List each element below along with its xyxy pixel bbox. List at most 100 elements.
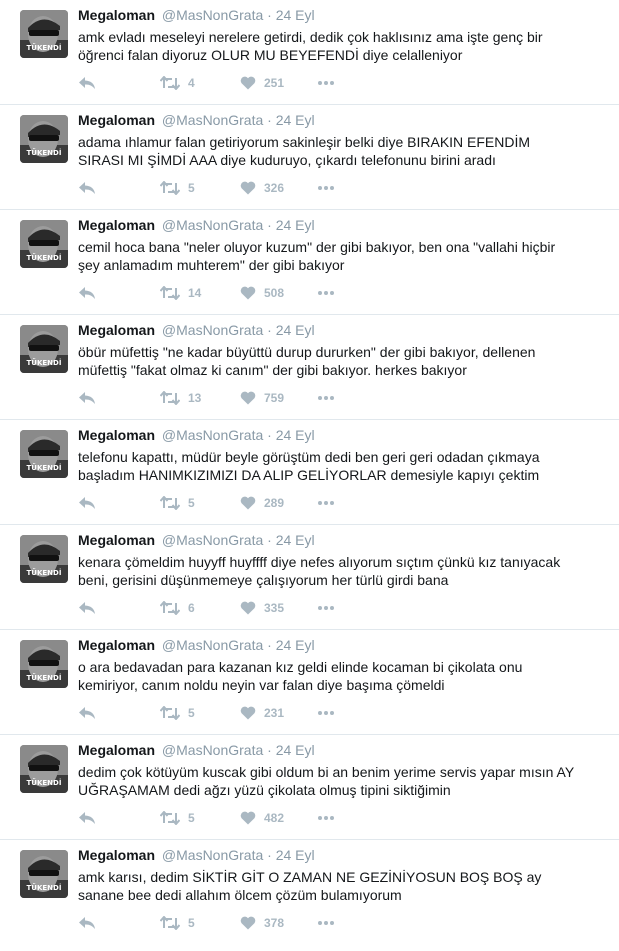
more-icon: [318, 606, 334, 610]
separator-dot: ·: [267, 637, 272, 653]
like-button[interactable]: 335: [240, 601, 317, 615]
tweet-text: cemil hoca bana "neler oluyor kuzum" der…: [78, 239, 556, 273]
author-handle[interactable]: @MasNonGrata: [162, 532, 263, 548]
retweet-button[interactable]: 4: [160, 76, 240, 90]
reply-button[interactable]: [78, 916, 160, 930]
retweet-icon: [160, 811, 180, 825]
like-button[interactable]: 326: [240, 181, 317, 195]
retweet-count: 5: [188, 181, 195, 195]
author-name[interactable]: Megaloman: [78, 217, 155, 233]
like-count: 289: [264, 496, 285, 510]
tweet-timestamp[interactable]: 24 Eyl: [276, 427, 315, 443]
retweet-button[interactable]: 5: [160, 181, 240, 195]
tweet[interactable]: TÜKENDİ Megaloman @MasNonGrata · 24 Eyl …: [0, 840, 619, 945]
tweet[interactable]: TÜKENDİ Megaloman @MasNonGrata · 24 Eyl …: [0, 315, 619, 420]
tweet[interactable]: TÜKENDİ Megaloman @MasNonGrata · 24 Eyl …: [0, 630, 619, 735]
reply-icon: [79, 182, 95, 194]
tweet-timestamp[interactable]: 24 Eyl: [276, 847, 315, 863]
avatar[interactable]: TÜKENDİ: [20, 10, 68, 58]
tweet-text: adama ıhlamur falan getiriyorum sakinleş…: [78, 134, 531, 168]
reply-button[interactable]: [78, 496, 160, 510]
tweet[interactable]: TÜKENDİ Megaloman @MasNonGrata · 24 Eyl …: [0, 105, 619, 210]
author-handle[interactable]: @MasNonGrata: [162, 7, 263, 23]
svg-text:TÜKENDİ: TÜKENDİ: [27, 778, 62, 787]
heart-icon: [240, 76, 256, 90]
retweet-button[interactable]: 5: [160, 916, 240, 930]
tweet-timestamp[interactable]: 24 Eyl: [276, 217, 315, 233]
author-handle[interactable]: @MasNonGrata: [162, 322, 263, 338]
like-button[interactable]: 759: [240, 391, 317, 405]
reply-button[interactable]: [78, 706, 160, 720]
author-name[interactable]: Megaloman: [78, 742, 155, 758]
author-name[interactable]: Megaloman: [78, 427, 155, 443]
author-handle[interactable]: @MasNonGrata: [162, 742, 263, 758]
more-button[interactable]: [317, 920, 335, 926]
avatar[interactable]: TÜKENDİ: [20, 115, 68, 163]
reply-button[interactable]: [78, 286, 160, 300]
more-button[interactable]: [317, 815, 335, 821]
retweet-button[interactable]: 5: [160, 706, 240, 720]
more-icon: [318, 816, 334, 820]
like-button[interactable]: 231: [240, 706, 317, 720]
retweet-button[interactable]: 6: [160, 601, 240, 615]
separator-dot: ·: [267, 532, 272, 548]
author-handle[interactable]: @MasNonGrata: [162, 637, 263, 653]
reply-button[interactable]: [78, 811, 160, 825]
avatar[interactable]: TÜKENDİ: [20, 325, 68, 373]
tweet[interactable]: TÜKENDİ Megaloman @MasNonGrata · 24 Eyl …: [0, 0, 619, 105]
avatar[interactable]: TÜKENDİ: [20, 640, 68, 688]
tweet[interactable]: TÜKENDİ Megaloman @MasNonGrata · 24 Eyl …: [0, 525, 619, 630]
tweet-timestamp[interactable]: 24 Eyl: [276, 112, 315, 128]
tweet[interactable]: TÜKENDİ Megaloman @MasNonGrata · 24 Eyl …: [0, 735, 619, 840]
retweet-button[interactable]: 5: [160, 496, 240, 510]
more-button[interactable]: [317, 710, 335, 716]
tweet-timestamp[interactable]: 24 Eyl: [276, 637, 315, 653]
more-button[interactable]: [317, 500, 335, 506]
author-name[interactable]: Megaloman: [78, 112, 155, 128]
like-count: 759: [264, 391, 285, 405]
retweet-button[interactable]: 5: [160, 811, 240, 825]
more-button[interactable]: [317, 185, 335, 191]
retweet-button[interactable]: 13: [160, 391, 240, 405]
like-button[interactable]: 378: [240, 916, 317, 930]
author-handle[interactable]: @MasNonGrata: [162, 217, 263, 233]
tweet-header: Megaloman @MasNonGrata · 24 Eyl: [78, 322, 315, 338]
avatar[interactable]: TÜKENDİ: [20, 850, 68, 898]
heart-icon: [240, 286, 256, 300]
reply-button[interactable]: [78, 76, 160, 90]
more-button[interactable]: [317, 605, 335, 611]
author-name[interactable]: Megaloman: [78, 7, 155, 23]
author-name[interactable]: Megaloman: [78, 322, 155, 338]
separator-dot: ·: [267, 427, 272, 443]
avatar[interactable]: TÜKENDİ: [20, 535, 68, 583]
avatar[interactable]: TÜKENDİ: [20, 220, 68, 268]
tweet-timestamp[interactable]: 24 Eyl: [276, 532, 315, 548]
tweet-timestamp[interactable]: 24 Eyl: [276, 322, 315, 338]
tweet[interactable]: TÜKENDİ Megaloman @MasNonGrata · 24 Eyl …: [0, 420, 619, 525]
tweet-timestamp[interactable]: 24 Eyl: [276, 7, 315, 23]
tweet[interactable]: TÜKENDİ Megaloman @MasNonGrata · 24 Eyl …: [0, 210, 619, 315]
like-button[interactable]: 508: [240, 286, 317, 300]
more-button[interactable]: [317, 80, 335, 86]
author-name[interactable]: Megaloman: [78, 637, 155, 653]
more-button[interactable]: [317, 290, 335, 296]
tweet-timestamp[interactable]: 24 Eyl: [276, 742, 315, 758]
tweet-text: amk karısı, dedim SİKTİR GİT O ZAMAN NE …: [78, 869, 542, 903]
author-handle[interactable]: @MasNonGrata: [162, 847, 263, 863]
svg-text:TÜKENDİ: TÜKENDİ: [27, 568, 62, 577]
like-button[interactable]: 289: [240, 496, 317, 510]
avatar[interactable]: TÜKENDİ: [20, 745, 68, 793]
like-button[interactable]: 482: [240, 811, 317, 825]
avatar[interactable]: TÜKENDİ: [20, 430, 68, 478]
like-button[interactable]: 251: [240, 76, 317, 90]
reply-button[interactable]: [78, 601, 160, 615]
more-button[interactable]: [317, 395, 335, 401]
retweet-button[interactable]: 14: [160, 286, 240, 300]
author-handle[interactable]: @MasNonGrata: [162, 112, 263, 128]
author-handle[interactable]: @MasNonGrata: [162, 427, 263, 443]
reply-button[interactable]: [78, 391, 160, 405]
author-name[interactable]: Megaloman: [78, 532, 155, 548]
reply-icon: [79, 917, 95, 929]
reply-button[interactable]: [78, 181, 160, 195]
author-name[interactable]: Megaloman: [78, 847, 155, 863]
